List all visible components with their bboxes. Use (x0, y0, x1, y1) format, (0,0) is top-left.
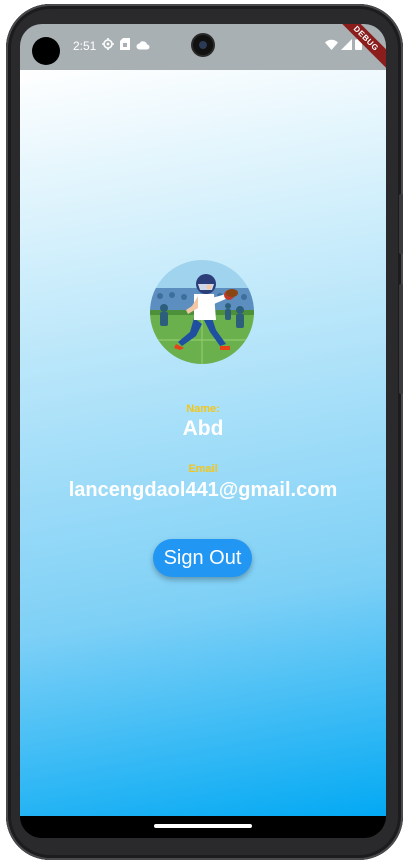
name-value: Abd (182, 417, 224, 440)
device-screen: 2:51 DEBUG Name: Abd Email lancengdaol44… (20, 24, 386, 838)
status-right-icons (325, 38, 362, 53)
sim-card-icon (120, 38, 130, 53)
signal-icon (341, 38, 352, 53)
navigation-bar (20, 816, 386, 838)
settings-icon (102, 38, 114, 53)
status-time: 2:51 (73, 39, 97, 53)
football-player-avatar (150, 260, 254, 364)
profile-avatar (150, 260, 254, 364)
profile-screen: Name: Abd Email lancengdaol441@gmail.com… (20, 70, 386, 816)
cloud-icon (136, 39, 150, 53)
home-indicator[interactable] (154, 824, 252, 828)
status-left-icons (102, 38, 150, 53)
email-label: Email (188, 463, 218, 475)
name-label: Name: (186, 403, 220, 415)
camera-cutout (32, 37, 60, 65)
volume-button (399, 284, 403, 394)
power-button (399, 194, 403, 254)
wifi-icon (325, 39, 338, 53)
status-bar: 2:51 DEBUG (20, 24, 386, 78)
email-value: lancengdaol441@gmail.com (68, 479, 338, 501)
sign-out-button[interactable]: Sign Out (153, 539, 252, 577)
front-camera (193, 35, 213, 55)
